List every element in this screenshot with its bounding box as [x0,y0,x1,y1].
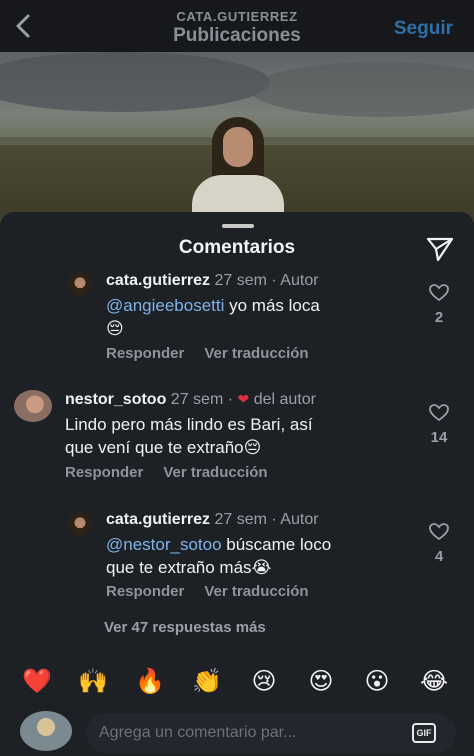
mention-link[interactable]: @nestor_sotoo [106,535,222,554]
post-photo [0,52,474,230]
comment-meta: 27 sem · Autor [214,272,319,289]
sheet-grabber[interactable] [222,224,254,228]
avatar[interactable] [68,512,92,536]
author-like-label: del autor [253,391,316,408]
comment-actions: Responder Ver traducción [106,583,309,600]
sheet-title: Comentarios [178,237,296,258]
heart-icon: ❤ [237,391,250,407]
emoji-heart-icon[interactable]: ❤️ [22,668,52,696]
translate-button[interactable]: Ver traducción [163,464,267,481]
emoji-quick-bar: ❤️ 🙌 🔥 👏 😢 😍 😮 😂 [0,654,474,704]
like-control: 4 [424,523,454,565]
comment-meta: 27 sem · [170,391,234,408]
emoji-raised-hands-icon[interactable]: 🙌 [78,668,108,696]
heart-outline-icon[interactable] [429,523,449,541]
mention-link[interactable]: @angieebosetti [106,296,224,315]
comment-text: @nestor_sotoo búscame loco que te extrañ… [106,535,332,577]
emoji-heart-eyes-icon[interactable]: 😍 [306,668,336,696]
emoji-clap-icon[interactable]: 👏 [192,668,222,696]
comment-text: @angieebosetti yo más loca 😔 [106,296,320,338]
like-count: 4 [434,548,444,565]
comment-actions: Responder Ver traducción [106,345,309,362]
avatar[interactable] [14,390,52,422]
heart-outline-icon[interactable] [429,404,449,422]
emoji-crying-icon[interactable]: 😢 [249,668,279,696]
comment-input-placeholder: Agrega un comentario par... [99,724,297,741]
comment-meta: 27 sem · Autor [214,511,319,528]
comment-item: cata.gutierrez 27 sem · Autor @nestor_so… [0,508,474,608]
translate-button[interactable]: Ver traducción [204,583,308,600]
like-control: 14 [424,404,454,446]
comment-item: nestor_sotoo 27 sem · ❤ del autor Lindo … [0,388,474,488]
emoji-surprised-icon[interactable]: 😮 [362,668,392,696]
like-control: 2 [424,284,454,326]
comment-text: Lindo pero más lindo es Bari, así que ve… [65,415,313,457]
like-count: 14 [430,429,448,446]
follow-button[interactable]: Seguir [394,18,453,40]
top-bar: CATA.GUTIERREZ Publicaciones Seguir [0,0,474,52]
reply-button[interactable]: Responder [65,464,143,481]
gif-icon[interactable]: GIF [412,723,436,743]
translate-button[interactable]: Ver traducción [204,345,308,362]
view-more-replies-button[interactable]: Ver 47 respuestas más [104,619,266,636]
heart-outline-icon[interactable] [429,284,449,302]
emoji-fire-icon[interactable]: 🔥 [135,668,165,696]
comment-input[interactable]: Agrega un comentario par... GIF [86,713,456,753]
comment-composer: Agrega un comentario par... GIF [0,704,474,756]
avatar[interactable] [68,272,92,296]
comment-item: cata.gutierrez 27 sem · Autor @angieebos… [0,268,474,368]
emoji-laughing-icon[interactable]: 😂 [419,668,449,696]
comment-actions: Responder Ver traducción [65,464,268,481]
comment-username[interactable]: cata.gutierrez [106,511,210,528]
like-count: 2 [434,309,444,326]
reply-button[interactable]: Responder [106,345,184,362]
comment-username[interactable]: nestor_sotoo [65,391,166,408]
avatar[interactable] [20,711,72,751]
paper-plane-icon[interactable] [426,236,454,262]
reply-button[interactable]: Responder [106,583,184,600]
comment-username[interactable]: cata.gutierrez [106,272,210,289]
